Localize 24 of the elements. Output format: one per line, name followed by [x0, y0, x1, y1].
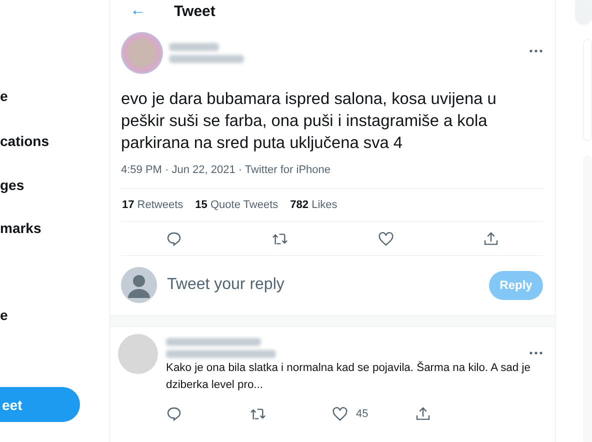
stat-link[interactable]: 17 Retweets	[122, 199, 184, 211]
nav-item[interactable]: e	[0, 88, 8, 104]
more-icon[interactable]	[529, 351, 543, 355]
share-icon[interactable]	[482, 231, 498, 247]
tweet-timestamp: 4:59 PM · Jun 22, 2021 · Twitter for iPhone	[121, 164, 543, 189]
nav-item[interactable]: ges	[0, 177, 24, 193]
retweet-icon[interactable]	[270, 231, 288, 247]
stat-link[interactable]: 782 Likes	[290, 199, 338, 211]
heart-icon[interactable]	[378, 231, 394, 247]
reply-text: Kako je ona bila slatka i normalna kad se pojavila. Šarma na kilo. A sad je dziberka level pro...	[166, 360, 532, 393]
page-title: Tweet	[174, 2, 216, 20]
tweet-text: evo je dara bubamara ispred salona, kosa uvijena u peškir suši se farba, ona puši i instagramiše a kola parkirana na sred puta uključena sva 4	[121, 89, 498, 154]
heart-icon[interactable]	[332, 406, 348, 422]
avatar-icon	[121, 267, 157, 303]
share-icon[interactable]	[415, 406, 431, 422]
nav-item[interactable]: marks	[0, 220, 42, 236]
stat-link[interactable]: 15 Quote Tweets	[195, 199, 278, 211]
like-count: 45	[356, 408, 368, 420]
retweet-icon[interactable]	[249, 406, 267, 422]
reply-icon[interactable]	[166, 231, 182, 247]
nav-item[interactable]: e	[0, 307, 8, 323]
reply-icon[interactable]	[166, 406, 182, 422]
more-icon[interactable]	[529, 49, 543, 53]
nav-item[interactable]: cations	[0, 133, 50, 149]
